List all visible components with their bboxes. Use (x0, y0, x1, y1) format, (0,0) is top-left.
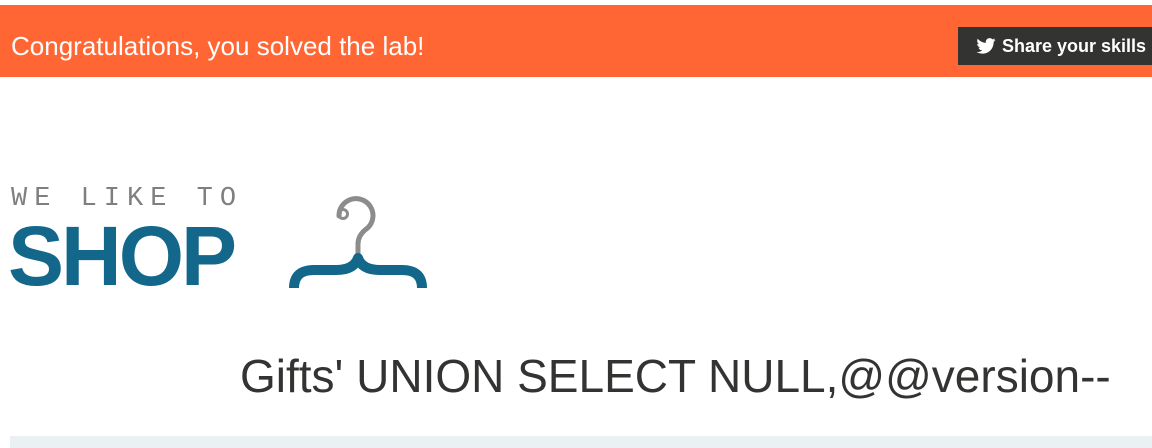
twitter-icon (976, 38, 996, 54)
content-area (10, 436, 1152, 448)
logo-brand: SHOP (8, 209, 237, 303)
lab-solved-banner: Congratulations, you solved the lab! Sha… (0, 5, 1152, 77)
share-skills-label: Share your skills (1002, 36, 1147, 56)
banner-message: Congratulations, you solved the lab! (11, 31, 425, 61)
share-skills-button[interactable]: Share your skills (958, 27, 1152, 65)
site-logo[interactable]: WE LIKE TO SHOP (8, 180, 430, 303)
page-title: Gifts' UNION SELECT NULL,@@version-- (240, 350, 1111, 402)
hanger-icon (289, 196, 427, 289)
